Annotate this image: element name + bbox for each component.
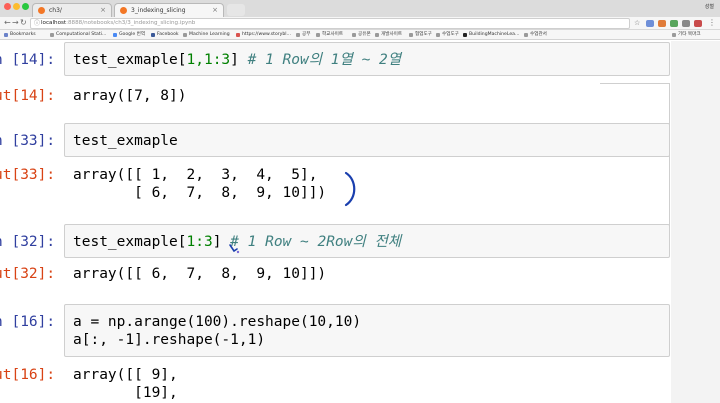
code-identifier: test_exmaple (73, 234, 178, 250)
tab-label: 3_indexing_slicing (131, 7, 186, 14)
input-prompt: n [14]: (0, 52, 56, 68)
bookmark-item[interactable]: BuildingMachineLea... (463, 31, 519, 39)
bookmark-item[interactable]: 개발사이트 (375, 31, 402, 39)
output-line: [ 6, 7, 8, 9, 10]]) (73, 185, 327, 201)
menu-icon[interactable]: ⋮ (708, 18, 716, 28)
output-prompt: ut[14]: (0, 88, 56, 104)
output-prompt: ut[33]: (0, 167, 56, 183)
output-line: array([[ 1, 2, 3, 4, 5], (73, 167, 318, 183)
input-prompt: n [33]: (0, 133, 56, 149)
code-comment: # 1 Row ~ 2Row의 전체 (230, 234, 402, 250)
input-prompt: n [16]: (0, 314, 56, 330)
facebook-icon (151, 33, 155, 37)
bookmark-item[interactable]: Bookmarks (4, 31, 36, 39)
close-window-button[interactable] (4, 3, 11, 10)
code-line[interactable]: a = np.arange(100).reshape(10,10) (73, 313, 361, 331)
tab-indexing-slicing[interactable]: 3_indexing_slicing × (114, 3, 224, 17)
back-icon[interactable]: ← (4, 18, 11, 28)
extension-icon[interactable] (670, 20, 678, 27)
notebook-page: n [14]: test_exmaple[1,1:3] # 1 Row의 1열 … (0, 41, 720, 403)
url-host: localhost (41, 20, 67, 26)
tab-ch3[interactable]: ch3/ × (32, 3, 112, 17)
pen-cursor-icon (229, 244, 240, 254)
jupyter-icon (38, 7, 45, 14)
extension-icon[interactable] (694, 20, 702, 27)
bookmark-item[interactable]: 학교사이트 (316, 31, 343, 39)
code-line[interactable]: test_exmaple (73, 132, 178, 150)
translate-icon (113, 33, 117, 37)
github-icon (463, 33, 467, 37)
output-prompt: ut[16]: (0, 367, 56, 383)
bookmark-item[interactable]: 기타 북마크 (672, 31, 701, 39)
input-prompt: n [32]: (0, 234, 56, 250)
bookmark-item[interactable]: https://www.storybl... (236, 31, 291, 39)
reload-icon[interactable]: ↻ (20, 18, 27, 28)
bookmark-item[interactable]: Facebook (151, 31, 179, 39)
jupyter-icon (120, 7, 127, 14)
extension-icon[interactable] (658, 20, 666, 27)
bookmark-star-icon[interactable]: ☆ (634, 18, 640, 28)
output-line: [19], (73, 385, 178, 401)
page-gutter (671, 41, 720, 403)
bookmarks-bar: Bookmarks Computational Stati... Google … (0, 30, 720, 40)
address-bar: ← → ↻ ⓘ localhost:8888/notebooks/ch3/3_i… (0, 17, 720, 30)
code-line[interactable]: test_exmaple[1,1:3] # 1 Row의 1열 ~ 2열 (73, 51, 401, 69)
url-input[interactable]: ⓘ localhost:8888/notebooks/ch3/3_indexin… (30, 18, 630, 29)
folder-icon (183, 33, 187, 37)
tab-bar: ch3/ × 3_indexing_slicing × 성철 (0, 0, 720, 17)
bookmark-item[interactable]: Machine Learning (183, 31, 230, 39)
folder-icon (50, 33, 54, 37)
bookmark-item[interactable]: 공부 (296, 31, 310, 39)
info-icon: ⓘ (34, 20, 41, 27)
url-path: :8888/notebooks/ch3/3_indexing_slicing.i… (66, 20, 196, 26)
extension-icon[interactable] (646, 20, 654, 27)
code-comment: # 1 Row의 1열 ~ 2열 (247, 52, 402, 68)
minimize-window-button[interactable] (13, 3, 20, 10)
new-tab-button[interactable] (227, 4, 245, 16)
folder-icon (316, 33, 320, 37)
handwritten-bracket-annotation (344, 171, 356, 207)
folder-icon (375, 33, 379, 37)
link-icon (236, 33, 240, 37)
folder-icon (436, 33, 440, 37)
folder-icon (296, 33, 300, 37)
output-prompt: ut[32]: (0, 266, 56, 282)
bookmark-item[interactable]: 수업도구 (436, 31, 459, 39)
bookmark-item[interactable]: 협업도구 (409, 31, 432, 39)
zoom-window-button[interactable] (22, 3, 29, 10)
folder-icon (524, 33, 528, 37)
close-tab-icon[interactable]: × (100, 4, 106, 17)
folder-icon (409, 33, 413, 37)
bookmark-item[interactable]: 수업관서 (524, 31, 547, 39)
close-tab-icon[interactable]: × (212, 4, 218, 17)
code-line[interactable]: a[:, -1].reshape(-1,1) (73, 331, 265, 349)
tab-label: ch3/ (49, 7, 62, 14)
output-line: array([7, 8]) (73, 88, 187, 104)
folder-icon (352, 33, 356, 37)
bookmark-item[interactable]: 공유폰 (352, 31, 371, 39)
code-identifier: test_exmaple (73, 52, 178, 68)
code-args: 1,1:3 (186, 52, 231, 68)
forward-icon[interactable]: → (12, 18, 19, 28)
output-line: array([[ 9], (73, 367, 178, 383)
folder-icon (672, 33, 676, 37)
bookmark-item[interactable]: Computational Stati... (50, 31, 106, 39)
extension-icon[interactable] (682, 20, 690, 27)
profile-name[interactable]: 성철 (705, 3, 714, 10)
code-args: 1:3 (186, 234, 213, 250)
bookmark-item[interactable]: Google 번역 (113, 31, 145, 39)
apps-icon (4, 33, 8, 37)
output-line: array([[ 6, 7, 8, 9, 10]]) (73, 266, 327, 282)
